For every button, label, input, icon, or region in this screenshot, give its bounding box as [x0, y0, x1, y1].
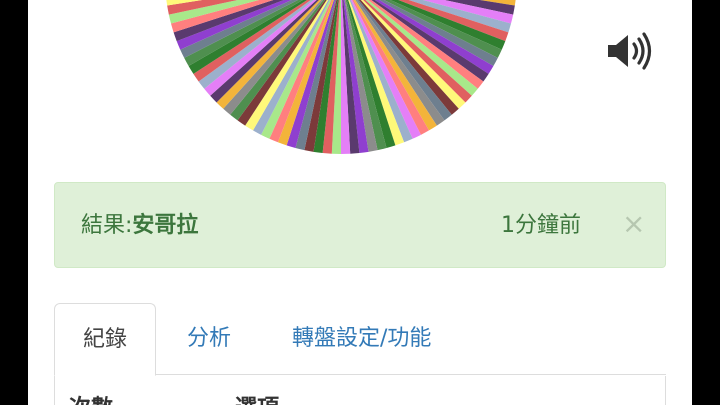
tab-wheel-settings[interactable]: 轉盤設定/功能: [292, 303, 431, 375]
tab-records[interactable]: 紀錄: [54, 303, 156, 376]
column-header-option: 選項: [235, 394, 279, 405]
close-icon[interactable]: ×: [622, 209, 645, 239]
result-value: 安哥拉: [132, 213, 199, 238]
volume-icon: [608, 32, 652, 70]
result-alert: 結果:安哥拉 1分鐘前 ×: [54, 182, 666, 268]
result-timestamp: 1分鐘前: [501, 213, 581, 238]
app-screen: 結果:安哥拉 1分鐘前 × 紀錄 分析 轉盤設定/功能 次數 選項: [28, 0, 692, 405]
column-header-count: 次數: [69, 394, 113, 405]
tab-bar: 紀錄 分析 轉盤設定/功能: [54, 303, 666, 376]
sound-toggle-button[interactable]: [604, 30, 654, 72]
spin-wheel[interactable]: [165, 0, 517, 154]
result-label: 結果:: [81, 213, 133, 238]
tab-analysis[interactable]: 分析: [187, 303, 231, 375]
records-table-header: 次數 選項: [54, 376, 666, 405]
result-text: 結果:安哥拉: [81, 211, 198, 241]
